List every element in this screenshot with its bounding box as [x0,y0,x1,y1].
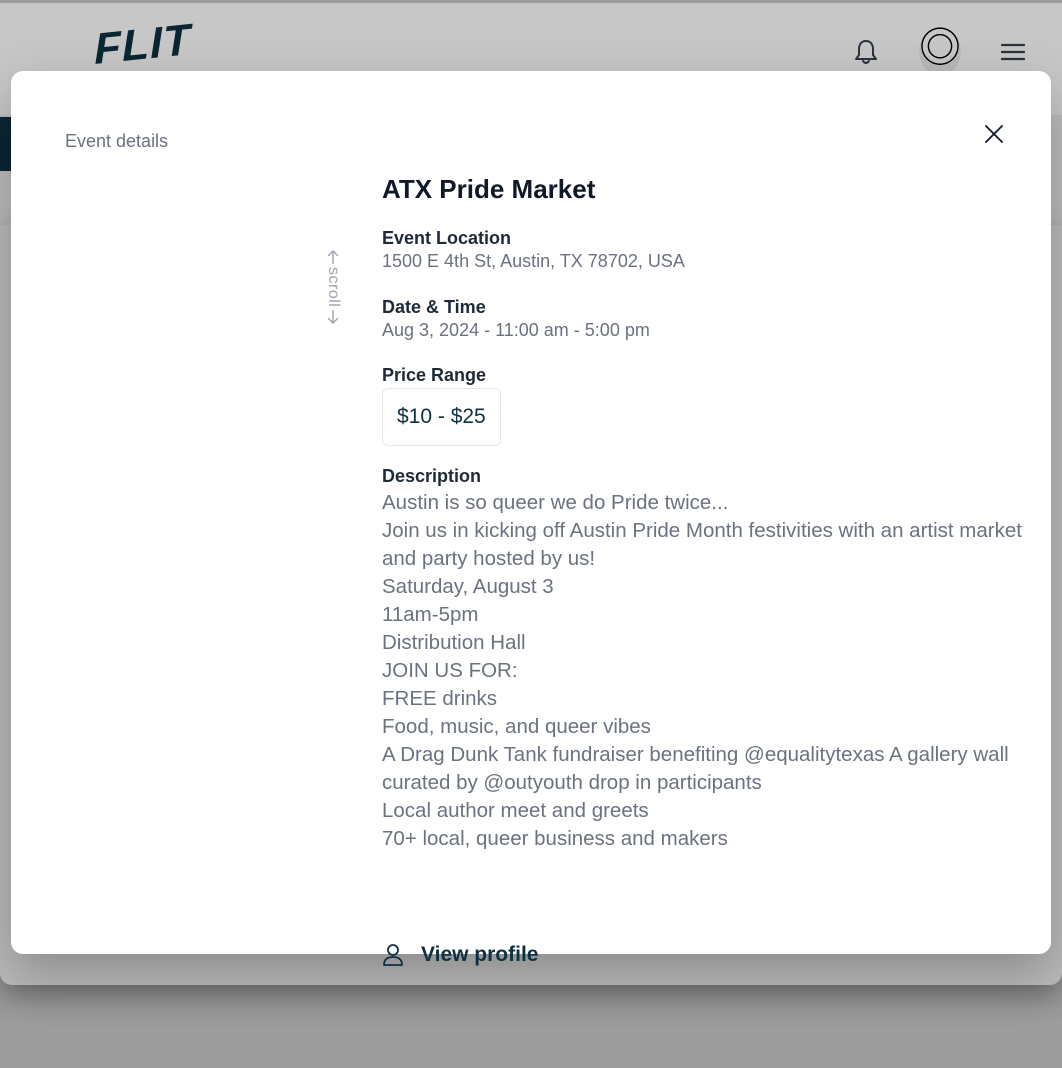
description-line: FREE drinks [382,687,498,710]
description-line: A Drag Dunk Tank fundraiser benefiting @… [382,743,1009,794]
description-line: Join us in kicking off Austin Pride Mont… [382,519,1022,570]
event-details-modal: Event details scroll ATX Pride Market Ev… [11,71,1051,966]
description-line: 70+ local, queer business and makers [382,827,728,850]
description-line: JOIN US FOR: [382,659,518,682]
user-icon [383,944,403,966]
price-range-label: Price Range [382,365,487,385]
date-time-section: Date & Time Aug 3, 2024 - 11:00 am - 5:0… [382,296,650,342]
scroll-hint: scroll [319,249,347,339]
description-line: Distribution Hall [382,631,526,654]
description-line: 11am-5pm [382,603,479,626]
description-line: Local author meet and greets [382,799,649,822]
description-label: Description [382,466,482,486]
view-profile-link[interactable]: View profile [382,943,538,967]
price-range-badge: $10 - $25 [382,388,501,446]
event-location-section: Event Location 1500 E 4th St, Austin, TX… [382,227,685,273]
date-time-label: Date & Time [382,297,486,317]
description-line: Austin is so queer we do Pride twice... [382,491,729,514]
description-line: Saturday, August 3 [382,575,554,598]
price-range-section: Price Range $10 - $25 [382,364,501,446]
arrow-down-icon [327,310,339,325]
event-location-label: Event Location [382,228,512,248]
close-icon[interactable] [981,121,1007,147]
description-text: Austin is so queer we do Pride twice... … [382,489,1022,853]
view-profile-label: View profile [421,943,539,966]
description-section: Description Austin is so queer we do Pri… [382,465,1022,853]
event-location-value: 1500 E 4th St, Austin, TX 78702, USA [382,251,685,271]
modal-heading: Event details [65,131,169,151]
date-time-value: Aug 3, 2024 - 11:00 am - 5:00 pm [382,320,650,340]
scroll-hint-label: scroll [325,267,342,308]
event-content: ATX Pride Market Event Location 1500 E 4… [382,171,1022,966]
arrow-up-icon [327,250,339,264]
event-title: ATX Pride Market [382,174,596,204]
description-line: Food, music, and queer vibes [382,715,651,738]
